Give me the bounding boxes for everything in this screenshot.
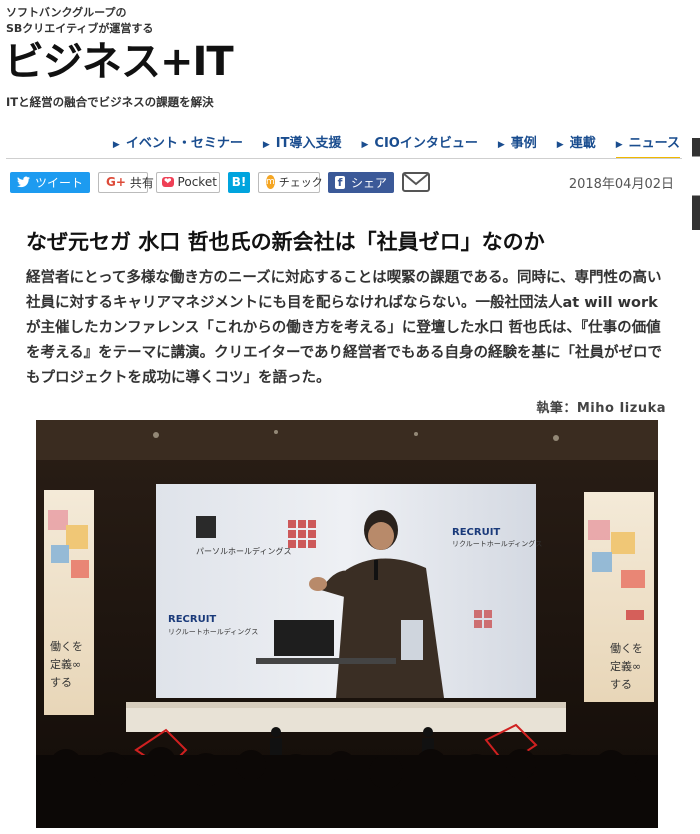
svg-text:RECRUIT: RECRUIT	[168, 614, 216, 625]
mixi-icon: m	[266, 175, 275, 189]
svg-text:RECRUIT: RECRUIT	[452, 527, 500, 538]
nav-item-series[interactable]: ▶ 連載	[557, 132, 596, 159]
svg-text:リクルートホールディングス: リクルートホールディングス	[168, 627, 258, 636]
gplus-label: 共有	[129, 175, 154, 190]
article-date: 2018年04月02日	[568, 177, 674, 192]
mixi-check-button[interactable]: m チェック	[258, 171, 323, 193]
check-label: チェック	[278, 176, 323, 189]
nav-arrow-icon: ▶	[615, 140, 623, 150]
facebook-share-button[interactable]: f シェア	[328, 171, 394, 193]
facebook-share-label: シェア	[350, 175, 387, 190]
tweet-label: ツイート	[34, 175, 83, 190]
site-subtitle: ITと経営の融合でビジネスの課題を解決	[6, 95, 214, 109]
nav-item-case-studies[interactable]: ▶ 事例	[498, 132, 537, 159]
site-logo[interactable]: ビジネス+IT	[4, 40, 234, 84]
article-photo: 働くを 定義∞ する 働くを 定義∞ する パーソルホールディングス RECRU…	[36, 420, 658, 828]
main-nav: ▶ イベント・セミナー ▶ IT導入支援 ▶ CIOインタビュー ▶ 事例 ▶ 連載 ▶ ニ…	[113, 132, 680, 159]
nav-arrow-icon: ▶	[497, 140, 505, 150]
conference-stage-photo: 働くを 定義∞ する 働くを 定義∞ する パーソルホールディングス RECRU…	[36, 420, 658, 828]
pocket-button[interactable]: ❤ Pocket	[156, 171, 220, 193]
hatena-bookmark-button[interactable]: B!	[228, 171, 250, 193]
nav-arrow-icon: ▶	[556, 140, 564, 150]
audience	[36, 747, 658, 828]
svg-text:リクルートホールディングス: リクルートホールディングス	[452, 539, 542, 548]
mail-icon	[402, 172, 430, 192]
tweet-button[interactable]: ツイート	[10, 171, 90, 193]
logo-tagline: ソフトバンクグループの	[6, 6, 127, 19]
share-bar: ツイート G+ 共有 ❤ Pocket B! m チェック f シェア	[10, 171, 430, 193]
mail-share-button[interactable]	[402, 171, 430, 193]
google-plus-share-button[interactable]: G+ 共有	[98, 171, 154, 193]
nav-item-it-intro[interactable]: ▶ IT導入支援	[263, 132, 342, 159]
article-lead: 経営者にとって多様な働き方のニーズに対応することは喫緊の課題である。同時に、専門…	[26, 270, 662, 386]
twitter-bird-icon	[17, 176, 30, 188]
facebook-icon: f	[335, 175, 345, 189]
right-banner-text-3: する	[610, 678, 632, 691]
google-plus-icon: G+	[106, 175, 126, 189]
right-banner-text-1: 働くを	[610, 642, 643, 655]
nav-divider	[6, 158, 682, 159]
right-banner-text-2: 定義∞	[610, 659, 641, 673]
nav-item-cio-interview[interactable]: ▶ CIOインタビュー	[361, 132, 477, 159]
page-edge-decoration	[692, 0, 700, 230]
pocket-icon: ❤	[162, 177, 174, 187]
nav-item-events[interactable]: ▶ イベント・セミナー	[113, 132, 243, 159]
laptop	[274, 620, 334, 656]
article-title: なぜ元セガ 水口 哲也氏の新会社は「社員ゼロ」なのか	[26, 230, 545, 254]
pocket-label: Pocket	[177, 175, 217, 189]
left-banner-text-2: 定義∞	[50, 657, 81, 671]
article-author: 執筆：Miho Iizuka	[536, 401, 666, 416]
cube-logo	[288, 520, 316, 548]
nav-arrow-icon: ▶	[112, 140, 120, 150]
left-banner-text-3: する	[50, 676, 72, 689]
logo-tagline-operator: SBクリエイティブが運営する	[6, 22, 154, 35]
left-banner-text-1: 働くを	[50, 640, 83, 653]
nav-arrow-icon: ▶	[262, 140, 270, 150]
site-logo-area[interactable]: ソフトバンクグループの SBクリエイティブが運営する ビジネス+IT ITと経営…	[4, 6, 264, 118]
nav-item-news[interactable]: ▶ ニュース	[615, 132, 680, 159]
nav-arrow-icon: ▶	[361, 140, 369, 150]
svg-text:パーソルホールディングス: パーソルホールディングス	[196, 546, 291, 556]
hatena-label: B!	[231, 175, 247, 189]
